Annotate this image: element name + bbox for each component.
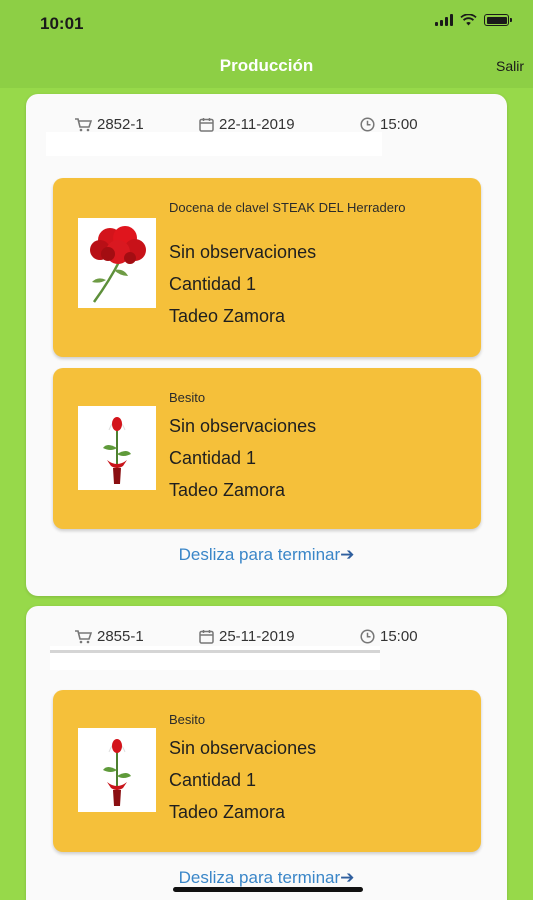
page-title: Producción bbox=[219, 56, 314, 75]
clock-icon bbox=[360, 117, 375, 132]
swipe-to-finish[interactable]: Desliza para terminar➔ bbox=[26, 545, 507, 565]
red-carnation-image bbox=[78, 218, 156, 308]
order-time: 15:00 bbox=[360, 628, 418, 645]
single-rose-image bbox=[78, 406, 156, 490]
calendar-icon bbox=[199, 117, 214, 132]
product-person: Tadeo Zamora bbox=[169, 480, 286, 500]
client-name-strip bbox=[46, 132, 382, 156]
product-observations: Sin observaciones bbox=[169, 738, 317, 758]
product-observations: Sin observaciones bbox=[169, 416, 317, 436]
order-id: 2855-1 bbox=[74, 628, 144, 645]
swipe-label: Desliza para terminar bbox=[178, 545, 341, 564]
order-card: 2855-1 25-11-2019 15:00 Besito Sin obser… bbox=[26, 606, 507, 900]
product-person: Tadeo Zamora bbox=[169, 306, 286, 326]
order-date: 25-11-2019 bbox=[199, 628, 295, 645]
order-time-text: 15:00 bbox=[380, 116, 418, 133]
cart-icon bbox=[74, 117, 92, 132]
product-card[interactable]: Besito Sin observaciones Cantidad 1 Tade… bbox=[53, 690, 481, 852]
product-card[interactable]: Docena de clavel STEAK DEL Herradero Sin… bbox=[53, 178, 481, 357]
cart-icon bbox=[74, 629, 92, 644]
wifi-icon bbox=[460, 14, 477, 26]
product-quantity: Cantidad 1 bbox=[169, 448, 257, 468]
logout-button[interactable]: Salir bbox=[496, 58, 524, 74]
order-meta: 2855-1 25-11-2019 15:00 bbox=[26, 628, 507, 648]
order-date-text: 25-11-2019 bbox=[219, 628, 295, 645]
top-bar: 10:01 Producción Salir bbox=[0, 0, 533, 88]
status-time: 10:01 bbox=[40, 14, 84, 33]
product-name: Docena de clavel STEAK DEL Herradero bbox=[169, 200, 406, 215]
single-rose-image bbox=[78, 728, 156, 812]
calendar-icon bbox=[199, 629, 214, 644]
product-name: Besito bbox=[169, 712, 206, 727]
order-date: 22-11-2019 bbox=[199, 116, 295, 133]
battery-icon bbox=[484, 14, 512, 26]
order-date-text: 22-11-2019 bbox=[219, 116, 295, 133]
product-observations: Sin observaciones bbox=[169, 242, 317, 262]
order-time: 15:00 bbox=[360, 116, 418, 133]
order-id-text: 2852-1 bbox=[97, 116, 144, 133]
product-person: Tadeo Zamora bbox=[169, 802, 286, 822]
clock-icon bbox=[360, 629, 375, 644]
status-icons bbox=[435, 14, 512, 26]
arrow-right-icon: ➔ bbox=[340, 545, 355, 564]
swipe-to-finish[interactable]: Desliza para terminar➔ bbox=[26, 868, 507, 888]
product-quantity: Cantidad 1 bbox=[169, 274, 257, 294]
product-quantity: Cantidad 1 bbox=[169, 770, 257, 790]
cellular-signal-icon bbox=[435, 14, 453, 26]
product-card[interactable]: Besito Sin observaciones Cantidad 1 Tade… bbox=[53, 368, 481, 529]
order-id: 2852-1 bbox=[74, 116, 144, 133]
home-indicator bbox=[173, 887, 363, 892]
order-id-text: 2855-1 bbox=[97, 628, 144, 645]
swipe-label: Desliza para terminar bbox=[178, 868, 341, 887]
order-card: 2852-1 22-11-2019 15:00 Docena de clavel… bbox=[26, 94, 507, 596]
product-name: Besito bbox=[169, 390, 206, 405]
client-name-strip bbox=[50, 646, 380, 670]
arrow-right-icon: ➔ bbox=[340, 868, 355, 887]
order-time-text: 15:00 bbox=[380, 628, 418, 645]
